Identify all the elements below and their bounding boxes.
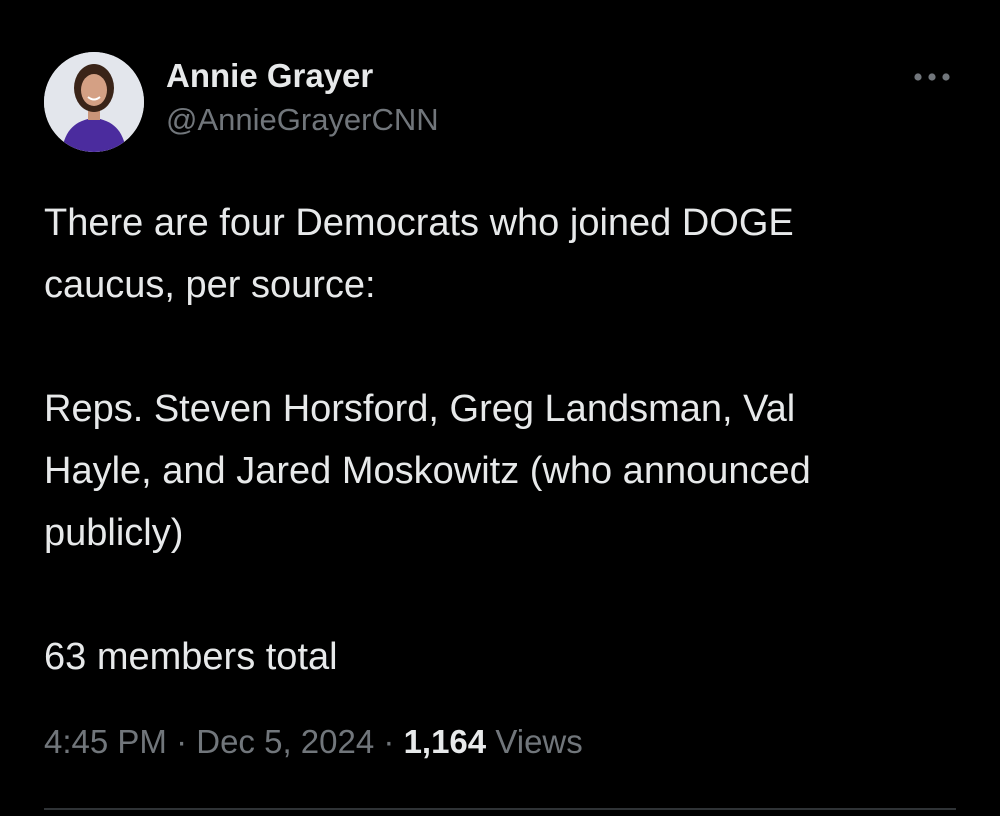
tweet-line: Reps. Steven Horsford, Greg Landsman, Va… [44, 388, 796, 430]
divider [44, 808, 956, 810]
more-options-button[interactable] [906, 62, 958, 92]
tweet-paragraph-gap [44, 316, 964, 378]
tweet-line: 63 members total [44, 636, 338, 678]
views-label: Views [495, 723, 583, 760]
author-handle[interactable]: @AnnieGrayerCNN [166, 100, 439, 140]
author-info: Annie Grayer @AnnieGrayerCNN [166, 56, 439, 140]
tweet-paragraph-gap [44, 564, 964, 626]
meta-separator: · [383, 723, 395, 760]
tweet-line: Hayle, and Jared Moskowitz (who announce… [44, 450, 811, 492]
tweet-meta: 4:45 PM · Dec 5, 2024 · 1,164 Views [44, 720, 583, 764]
views-count: 1,164 [403, 723, 487, 760]
avatar[interactable] [44, 52, 144, 152]
tweet-card: Annie Grayer @AnnieGrayerCNN There are f… [0, 0, 1000, 816]
tweet-line: There are four Democrats who joined DOGE [44, 202, 794, 244]
tweet-line: publicly) [44, 512, 184, 554]
profile-photo-icon [44, 52, 144, 152]
tweet-line: caucus, per source: [44, 264, 376, 306]
tweet-time[interactable]: 4:45 PM [44, 723, 167, 760]
tweet-date[interactable]: Dec 5, 2024 [196, 723, 374, 760]
more-horizontal-icon [914, 73, 950, 81]
meta-separator: · [176, 723, 188, 760]
author-display-name[interactable]: Annie Grayer [166, 56, 439, 96]
tweet-text: There are four Democrats who joined DOGE… [44, 192, 964, 688]
